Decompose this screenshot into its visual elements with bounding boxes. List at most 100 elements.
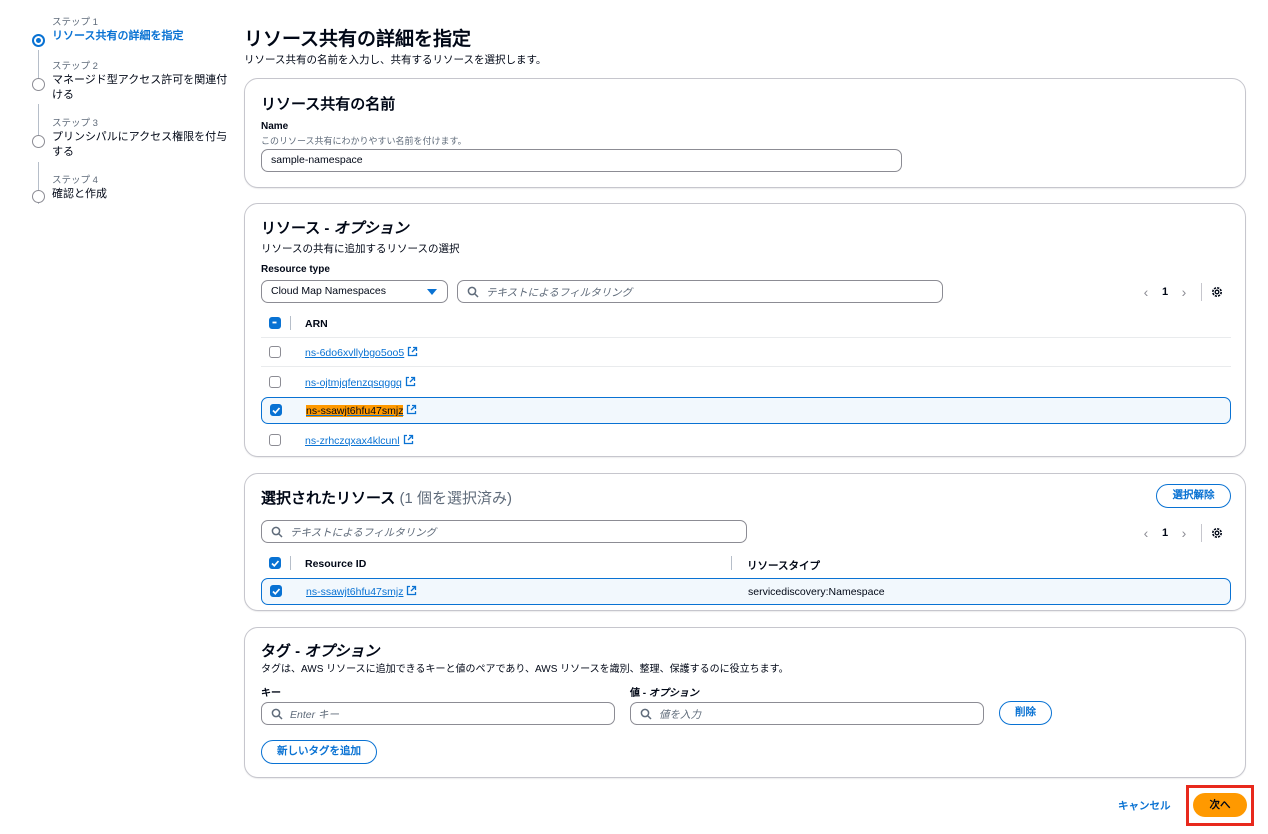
- panel-title-optional: オプション: [333, 220, 409, 237]
- name-input[interactable]: sample-namespace: [261, 149, 902, 172]
- column-header-arn: ARN: [305, 318, 328, 330]
- table-row-selected[interactable]: ns-ssawjt6hfu47smjz servicediscovery:Nam…: [261, 578, 1231, 605]
- step-3: ステップ 3 プリンシパルにアクセス権限を付与 する: [30, 117, 230, 160]
- external-link-icon: [408, 346, 418, 357]
- step-2: ステップ 2 マネージド型アクセス許可を関連付 ける: [30, 60, 230, 103]
- external-link-icon: [403, 434, 413, 445]
- page-number[interactable]: 1: [1157, 527, 1173, 539]
- table-row-selected[interactable]: ns-ssawjt6hfu47smjz: [261, 397, 1231, 424]
- tag-key-placeholder: Enter キー: [290, 709, 340, 721]
- add-tag-button[interactable]: 新しいタグを追加: [261, 740, 377, 764]
- filter-placeholder: テキストによるフィルタリング: [290, 527, 437, 539]
- panel-title: タグ - オプション: [261, 640, 379, 661]
- search-icon: [271, 526, 283, 538]
- external-link-icon: [405, 376, 416, 387]
- row-checkbox[interactable]: [270, 404, 282, 416]
- name-panel: リソース共有の名前 Name このリソース共有にわかりやすい名前を付けます。 s…: [244, 78, 1246, 188]
- external-link-icon: [407, 404, 417, 415]
- tags-panel: タグ - オプション タグは、AWS リソースに追加できるキーと値のペアであり、…: [244, 627, 1246, 778]
- chevron-left-icon[interactable]: ‹: [1135, 525, 1157, 541]
- resource-type-value: Cloud Map Namespaces: [271, 285, 386, 297]
- row-divider: [261, 366, 1231, 367]
- tag-value-label-optional: オプション: [648, 688, 699, 699]
- step-title: プリンシパルにアクセス権限を付与: [52, 131, 228, 143]
- selected-filter-input[interactable]: テキストによるフィルタリング: [261, 520, 747, 543]
- search-icon: [467, 286, 479, 298]
- step-number: ステップ 1: [52, 17, 98, 28]
- next-button[interactable]: 次へ: [1193, 793, 1247, 817]
- resource-id-link[interactable]: ns-ssawjt6hfu47smjz: [306, 585, 417, 598]
- step-title: マネージド型アクセス許可を関連付: [52, 74, 228, 86]
- column-separator: [290, 316, 291, 330]
- gear-icon[interactable]: [1210, 526, 1224, 540]
- page-description: リソース共有の名前を入力し、共有するリソースを選択します。: [244, 54, 547, 66]
- tags-description: タグは、AWS リソースに追加できるキーと値のペアであり、AWS リソースを識別…: [261, 664, 789, 675]
- resource-type-cell: servicediscovery:Namespace: [748, 586, 885, 598]
- panel-title-main: タグ -: [261, 643, 305, 660]
- column-header-resource-type: リソースタイプ: [747, 560, 820, 572]
- select-all-checkbox[interactable]: [269, 317, 281, 329]
- panel-title: リソース - オプション: [261, 217, 409, 238]
- column-separator: [731, 556, 732, 570]
- chevron-left-icon[interactable]: ‹: [1135, 284, 1157, 300]
- external-link-icon: [407, 585, 417, 596]
- panel-title-main: 選択されたリソース: [261, 490, 396, 507]
- step-title: 確認と作成: [52, 188, 107, 200]
- page-title: リソース共有の詳細を指定: [244, 29, 472, 50]
- panel-title-main: リソース -: [261, 220, 334, 237]
- check-icon: [272, 407, 281, 415]
- step-number: ステップ 4: [52, 175, 98, 186]
- panel-title: 選択されたリソース (1 個を選択済み): [261, 487, 512, 508]
- tag-value-label-main: 値 -: [630, 688, 649, 699]
- step-number: ステップ 3: [52, 118, 98, 129]
- step-title-cont: する: [52, 146, 74, 158]
- step-title-cont: ける: [52, 89, 74, 101]
- minus-icon: [272, 321, 277, 324]
- panel-title-optional: オプション: [304, 643, 380, 660]
- page-number[interactable]: 1: [1157, 286, 1173, 298]
- deselect-button[interactable]: 選択解除: [1156, 484, 1231, 508]
- resource-arn-link[interactable]: ns-ssawjt6hfu47smjz: [306, 404, 417, 417]
- step-1[interactable]: ステップ 1 リソース共有の詳細を指定: [30, 16, 230, 47]
- row-checkbox[interactable]: [269, 434, 281, 446]
- divider: [1201, 283, 1202, 301]
- chevron-right-icon[interactable]: ›: [1173, 525, 1195, 541]
- tag-key-label: キー: [261, 688, 281, 699]
- column-separator: [290, 556, 291, 570]
- divider: [1201, 524, 1202, 542]
- check-icon: [272, 588, 281, 596]
- resources-pagination: ‹ 1 ›: [1135, 282, 1224, 302]
- step-4: ステップ 4 確認と作成: [30, 174, 230, 203]
- step-pending-icon: [32, 190, 45, 203]
- row-checkbox[interactable]: [270, 585, 282, 597]
- row-checkbox[interactable]: [269, 376, 281, 388]
- selected-resources-panel: 選択されたリソース (1 個を選択済み) 選択解除 テキストによるフィルタリング…: [244, 473, 1246, 611]
- select-all-checkbox[interactable]: [269, 557, 281, 569]
- resource-type-select[interactable]: Cloud Map Namespaces: [261, 280, 448, 303]
- resource-arn-link[interactable]: ns-zrhczqxax4klcunl: [305, 434, 414, 447]
- resource-filter-input[interactable]: テキストによるフィルタリング: [457, 280, 943, 303]
- remove-tag-button[interactable]: 削除: [999, 701, 1052, 725]
- search-icon: [271, 708, 283, 720]
- tag-key-input[interactable]: Enter キー: [261, 702, 615, 725]
- chevron-right-icon[interactable]: ›: [1173, 284, 1195, 300]
- step-number: ステップ 2: [52, 61, 98, 72]
- step-pending-icon: [32, 78, 45, 91]
- row-checkbox[interactable]: [269, 346, 281, 358]
- name-description: このリソース共有にわかりやすい名前を付けます。: [261, 136, 467, 146]
- tag-value-input[interactable]: 値を入力: [630, 702, 984, 725]
- name-label: Name: [261, 121, 289, 132]
- gear-icon[interactable]: [1210, 285, 1224, 299]
- filter-placeholder: テキストによるフィルタリング: [486, 287, 633, 299]
- panel-title: リソース共有の名前: [261, 96, 396, 113]
- row-divider: [261, 337, 1231, 338]
- check-icon: [271, 560, 280, 568]
- selected-count: (1 個を選択済み): [399, 490, 512, 507]
- cancel-button[interactable]: キャンセル: [1118, 798, 1171, 813]
- resources-description: リソースの共有に追加するリソースの選択: [261, 243, 460, 255]
- step-title: リソース共有の詳細を指定: [52, 30, 184, 42]
- resource-arn-link[interactable]: ns-ojtmjqfenzqsqggq: [305, 376, 416, 389]
- column-header-resource-id: Resource ID: [305, 558, 367, 570]
- resource-arn-link[interactable]: ns-6do6xvllybgo5oo5: [305, 346, 418, 359]
- step-current-icon: [32, 34, 45, 47]
